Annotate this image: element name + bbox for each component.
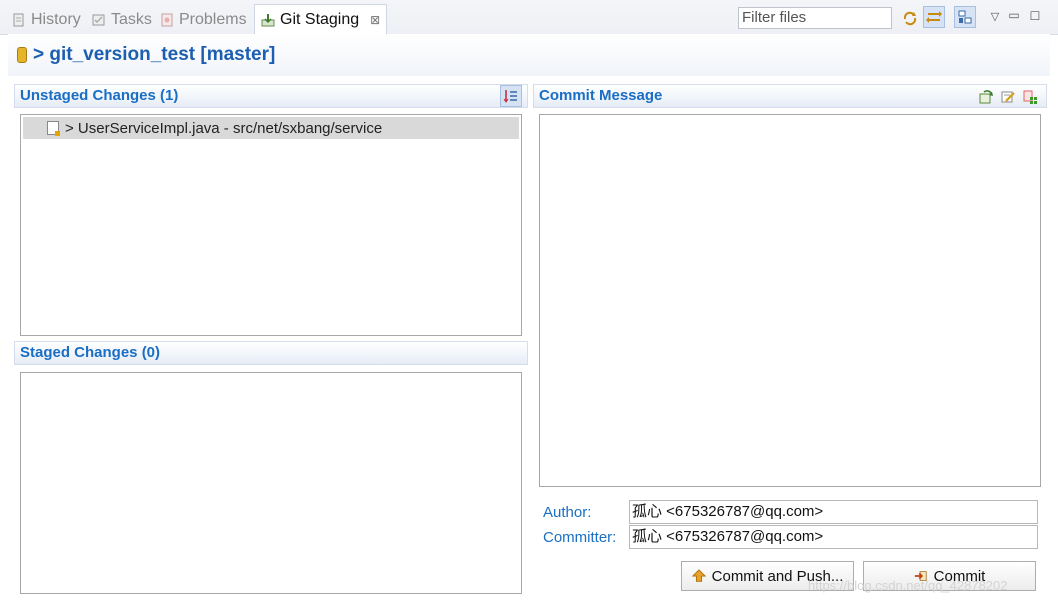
git-staging-icon xyxy=(261,14,275,27)
staged-changes-list[interactable] xyxy=(20,372,522,594)
change-id-grid-icon xyxy=(1023,90,1037,104)
sort-icon[interactable] xyxy=(500,85,522,107)
list-item[interactable]: > UserServiceImpl.java - src/net/sxbang/… xyxy=(23,117,519,139)
change-id-icon[interactable] xyxy=(1019,86,1041,108)
committer-label: Committer: xyxy=(543,529,617,546)
tab-tasks-label: Tasks xyxy=(111,11,152,28)
refresh-arrows-icon xyxy=(903,11,917,26)
unstaged-changes-list[interactable]: > UserServiceImpl.java - src/net/sxbang/… xyxy=(20,114,522,336)
filter-files-input[interactable]: Filter files xyxy=(738,7,892,29)
watermark: https://blog.csdn.net/qq_42878202 xyxy=(808,578,1008,593)
minimize-icon[interactable]: ▭ xyxy=(1003,4,1025,26)
file-entry-label: > UserServiceImpl.java - src/net/sxbang/… xyxy=(65,119,383,137)
commit-message-header: Commit Message xyxy=(533,84,1047,108)
sign-off-icon[interactable] xyxy=(997,86,1019,108)
refresh-icon[interactable] xyxy=(899,7,921,29)
tab-git-staging-label: Git Staging xyxy=(280,11,360,28)
unstaged-changes-title: Unstaged Changes (1) xyxy=(20,87,179,104)
author-label: Author: xyxy=(543,504,592,521)
sync-arrows-icon xyxy=(926,11,942,23)
tab-git-staging[interactable]: Git Staging ⊠ xyxy=(254,4,388,35)
committer-field[interactable]: 孤心 <675326787@qq.com> xyxy=(629,525,1038,549)
close-tab-icon[interactable]: ⊠ xyxy=(370,13,380,27)
layout-toggle-icon[interactable] xyxy=(954,6,976,28)
sort-list-icon xyxy=(503,90,517,103)
amend-icon[interactable] xyxy=(975,86,997,108)
commit-message-title: Commit Message xyxy=(539,87,663,104)
staged-changes-title: Staged Changes (0) xyxy=(20,344,161,361)
tab-problems-label: Problems xyxy=(179,11,247,28)
link-selection-icon[interactable] xyxy=(923,6,945,28)
sign-off-pen-icon xyxy=(1001,91,1015,103)
maximize-icon[interactable]: ☐ xyxy=(1024,5,1046,27)
unstaged-changes-header: Unstaged Changes (1) xyxy=(14,84,528,108)
tab-problems[interactable]: Problems xyxy=(160,6,247,34)
tasks-icon xyxy=(92,14,105,26)
repository-icon xyxy=(17,47,27,63)
repository-title: > git_version_test [master] xyxy=(33,44,276,65)
staged-changes-header: Staged Changes (0) xyxy=(14,341,528,365)
repository-header: > git_version_test [master] xyxy=(8,34,1050,76)
amend-commit-icon xyxy=(979,90,993,104)
view-tab-bar: History Tasks Problems Git Staging ⊠ Fil… xyxy=(0,0,1058,35)
java-file-modified-icon xyxy=(47,121,60,136)
history-icon xyxy=(13,13,24,27)
commit-message-textarea[interactable] xyxy=(539,114,1041,487)
problems-icon xyxy=(161,13,173,27)
push-icon xyxy=(691,569,706,582)
tab-tasks[interactable]: Tasks xyxy=(92,6,152,34)
author-field[interactable]: 孤心 <675326787@qq.com> xyxy=(629,500,1038,524)
layout-panes-icon xyxy=(958,10,972,24)
tab-history[interactable]: History xyxy=(12,6,81,34)
tab-history-label: History xyxy=(31,11,81,28)
